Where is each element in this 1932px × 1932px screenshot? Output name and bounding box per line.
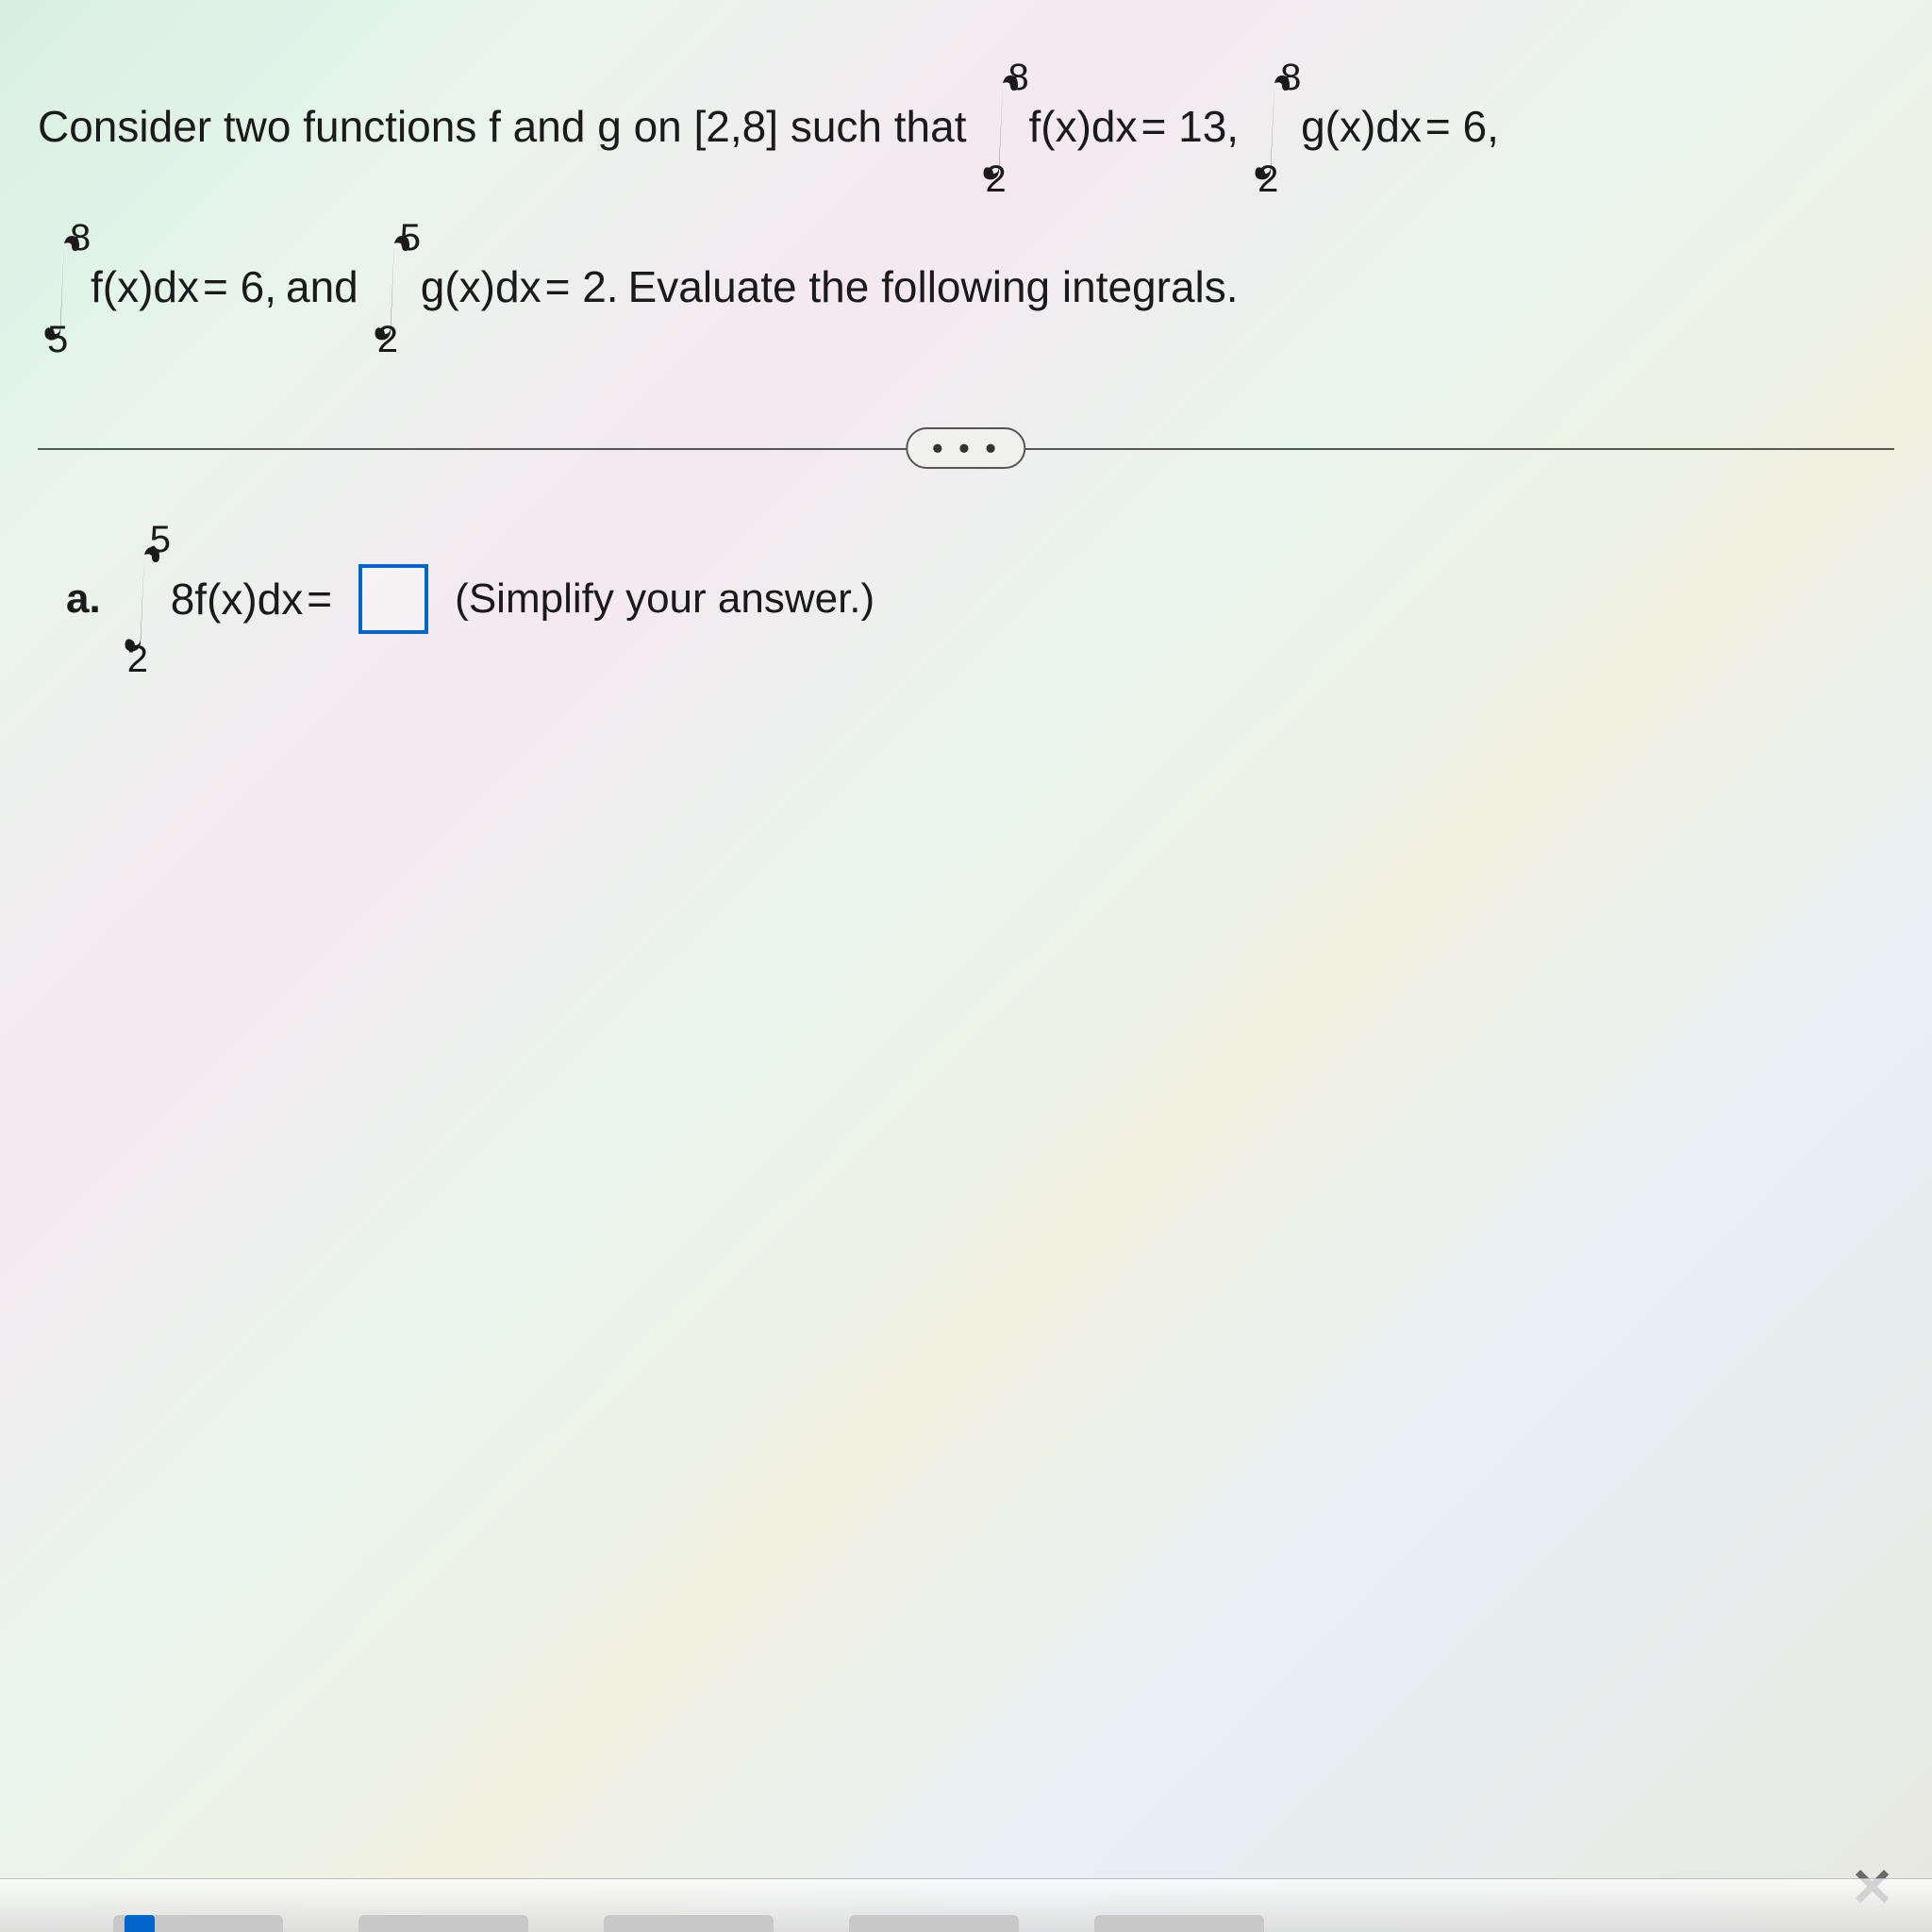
integral-3: 8 5 f(x)dx = 6, xyxy=(38,217,276,358)
pa-body: 8f(x)dx xyxy=(171,574,304,625)
part-a: a. 5 2 8f(x)dx = (Simplify your answer.) xyxy=(66,528,1894,670)
bottom-toolbar xyxy=(0,1878,1932,1932)
int2-body: g(x)dx xyxy=(1301,92,1422,162)
pa-eq: = xyxy=(307,574,332,625)
int2-eq: = 6, xyxy=(1425,92,1499,162)
int2-lower: 2 xyxy=(1257,149,1278,209)
int4-eq: = 2. xyxy=(545,253,619,323)
toolbar-stub-3[interactable] xyxy=(604,1915,774,1932)
int1-eq: = 13, xyxy=(1141,92,1240,162)
problem-statement: Consider two functions f and g on [2,8] … xyxy=(38,57,1894,358)
int1-lower: 2 xyxy=(986,149,1007,209)
toolbar-stub-4[interactable] xyxy=(849,1915,1019,1932)
divider: • • • xyxy=(38,425,1894,472)
hint-text: (Simplify your answer.) xyxy=(455,575,874,623)
int4-body: g(x)dx xyxy=(421,253,541,323)
integral-4: 5 2 g(x)dx = 2. xyxy=(368,217,619,358)
part-a-integral: 5 2 8f(x)dx = xyxy=(118,528,332,670)
toolbar-stub-5[interactable] xyxy=(1094,1915,1264,1932)
tail-text: Evaluate the following integrals. xyxy=(628,253,1239,323)
integral-2: 8 2 g(x)dx = 6, xyxy=(1248,57,1499,198)
problem-container: Consider two functions f and g on [2,8] … xyxy=(0,0,1932,670)
expand-button[interactable]: • • • xyxy=(906,427,1025,469)
toolbar-stub-1[interactable] xyxy=(113,1915,283,1932)
int4-lower: 2 xyxy=(377,309,398,370)
joiner-text: and xyxy=(286,253,358,323)
int1-body: f(x)dx xyxy=(1029,92,1138,162)
intro-text: Consider two functions f and g on [2,8] … xyxy=(38,92,967,162)
toolbar-stub-2[interactable] xyxy=(358,1915,528,1932)
int3-lower: 5 xyxy=(47,309,68,370)
pa-lower: 2 xyxy=(127,639,148,681)
int3-eq: = 6, xyxy=(203,253,276,323)
integral-1: 8 2 f(x)dx = 13, xyxy=(976,57,1240,198)
answer-input[interactable] xyxy=(358,564,428,634)
part-a-label: a. xyxy=(66,575,101,623)
int3-body: f(x)dx xyxy=(91,253,199,323)
